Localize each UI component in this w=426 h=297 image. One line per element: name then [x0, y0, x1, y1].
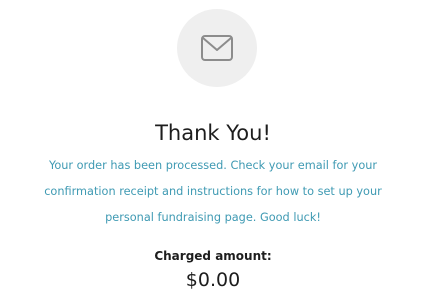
- envelope-icon-circle: [177, 9, 257, 87]
- order-confirmation: Thank You! Your order has been processed…: [0, 0, 426, 297]
- confirmation-message: Your order has been processed. Check you…: [4, 153, 422, 231]
- charged-amount-label: Charged amount:: [154, 249, 272, 263]
- message-line: confirmation receipt and instructions fo…: [44, 185, 382, 198]
- charged-amount-value: $0.00: [185, 269, 241, 291]
- message-line: personal fundraising page. Good luck!: [105, 211, 321, 224]
- message-line: Your order has been processed. Check you…: [48, 159, 378, 172]
- thank-you-title: Thank You!: [155, 121, 271, 145]
- envelope-icon: [201, 35, 233, 61]
